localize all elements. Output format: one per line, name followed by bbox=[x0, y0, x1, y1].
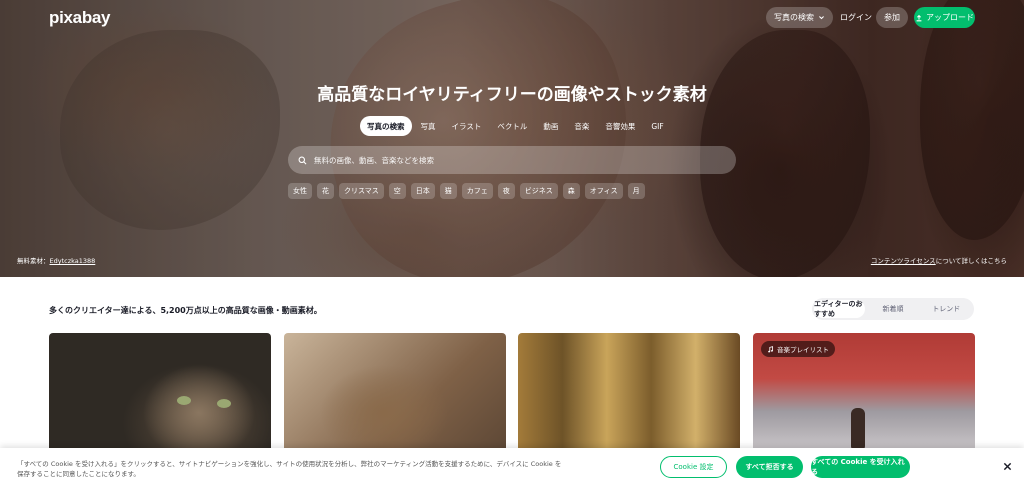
playlist-badge: 音楽プレイリスト bbox=[761, 341, 835, 357]
sort-latest[interactable]: 新着順 bbox=[867, 300, 918, 318]
tab-photo-search[interactable]: 写真の検索 bbox=[360, 116, 412, 136]
tag-chip[interactable]: 日本 bbox=[410, 183, 435, 199]
image-card-pine[interactable] bbox=[284, 333, 506, 463]
tag-chip[interactable]: 月 bbox=[627, 183, 645, 199]
tag-chip[interactable]: 夜 bbox=[497, 183, 515, 199]
tag-chip[interactable]: 空 bbox=[388, 183, 406, 199]
tag-chip[interactable]: オフィス bbox=[584, 183, 623, 199]
search-bar bbox=[288, 146, 736, 174]
playlist-badge-label: 音楽プレイリスト bbox=[777, 346, 829, 354]
cat-eyes-shape bbox=[177, 396, 191, 405]
image-credit: 無料素材：Edytczka1388 bbox=[17, 255, 95, 265]
tag-chip[interactable]: 猫 bbox=[439, 183, 457, 199]
tab-vectors[interactable]: ベクトル bbox=[490, 116, 534, 136]
image-card-runner[interactable]: 音楽プレイリスト bbox=[753, 333, 975, 463]
section-heading: 多くのクリエイター達による、5,200万点以上の高品質な画像・動画素材。 bbox=[49, 306, 322, 315]
search-input[interactable] bbox=[314, 155, 714, 165]
accept-all-cookies-button[interactable]: すべての Cookie を受け入れる bbox=[811, 456, 910, 478]
tag-chip[interactable]: クリスマス bbox=[339, 183, 384, 199]
tab-illustrations[interactable]: イラスト bbox=[445, 116, 489, 136]
hero-overlay bbox=[0, 0, 1024, 277]
runner-shape bbox=[851, 408, 865, 452]
tag-chip[interactable]: カフェ bbox=[461, 183, 493, 199]
search-type-menu[interactable]: 写真の検索 bbox=[766, 7, 833, 28]
join-button[interactable]: 参加 bbox=[876, 7, 908, 28]
cookie-consent-text: 「すべての Cookie を受け入れる」をクリックすると、サイトナビゲーションを… bbox=[17, 460, 562, 478]
upload-icon bbox=[916, 14, 922, 21]
credit-prefix: 無料素材： bbox=[17, 257, 50, 265]
credit-user-link[interactable]: Edytczka1388 bbox=[50, 257, 96, 265]
login-link[interactable]: ログイン bbox=[840, 12, 872, 23]
license-info: コンテンツライセンスについて詳しくはこちら bbox=[871, 255, 1007, 265]
hero-banner: pixabay 写真の検索 ログイン 参加 アップロード 高品質なロイヤリティフ… bbox=[0, 0, 1024, 277]
media-type-tabs: 写真の検索 写真 イラスト ベクトル 動画 音楽 音響効果 GIF bbox=[360, 116, 671, 136]
image-card-cat[interactable] bbox=[49, 333, 271, 463]
upload-button[interactable]: アップロード bbox=[914, 7, 975, 28]
tab-photos[interactable]: 写真 bbox=[414, 116, 443, 136]
license-link[interactable]: コンテンツライセンス bbox=[871, 257, 936, 265]
chevron-down-icon bbox=[819, 16, 824, 20]
search-type-label: 写真の検索 bbox=[774, 13, 814, 22]
tag-chip[interactable]: 森 bbox=[562, 183, 580, 199]
tab-music[interactable]: 音楽 bbox=[567, 116, 596, 136]
tag-chip[interactable]: ビジネス bbox=[519, 183, 558, 199]
cookie-settings-button[interactable]: Cookie 設定 bbox=[660, 456, 727, 478]
hero-title: 高品質なロイヤリティフリーの画像やストック素材 bbox=[317, 85, 707, 105]
close-icon[interactable] bbox=[1000, 459, 1014, 473]
popular-tags: 女性 花 クリスマス 空 日本 猫 カフェ 夜 ビジネス 森 オフィス 月 bbox=[288, 183, 645, 199]
tab-videos[interactable]: 動画 bbox=[536, 116, 565, 136]
upload-label: アップロード bbox=[926, 13, 974, 22]
sort-editors-choice[interactable]: エディターのおすすめ bbox=[814, 300, 866, 318]
tab-sound-effects[interactable]: 音響効果 bbox=[598, 116, 642, 136]
music-note-icon bbox=[768, 345, 774, 353]
license-suffix: について詳しくはこちら bbox=[935, 257, 1007, 265]
reject-all-button[interactable]: すべて拒否する bbox=[736, 456, 803, 478]
tab-gif[interactable]: GIF bbox=[644, 116, 670, 136]
pixabay-logo[interactable]: pixabay bbox=[49, 8, 111, 28]
search-icon bbox=[298, 156, 307, 164]
sort-toggle: エディターのおすすめ 新着順 トレンド bbox=[812, 298, 974, 320]
image-card-forest[interactable] bbox=[518, 333, 740, 463]
tag-chip[interactable]: 女性 bbox=[288, 183, 312, 199]
tag-chip[interactable]: 花 bbox=[317, 183, 334, 199]
sort-trending[interactable]: トレンド bbox=[921, 300, 972, 318]
